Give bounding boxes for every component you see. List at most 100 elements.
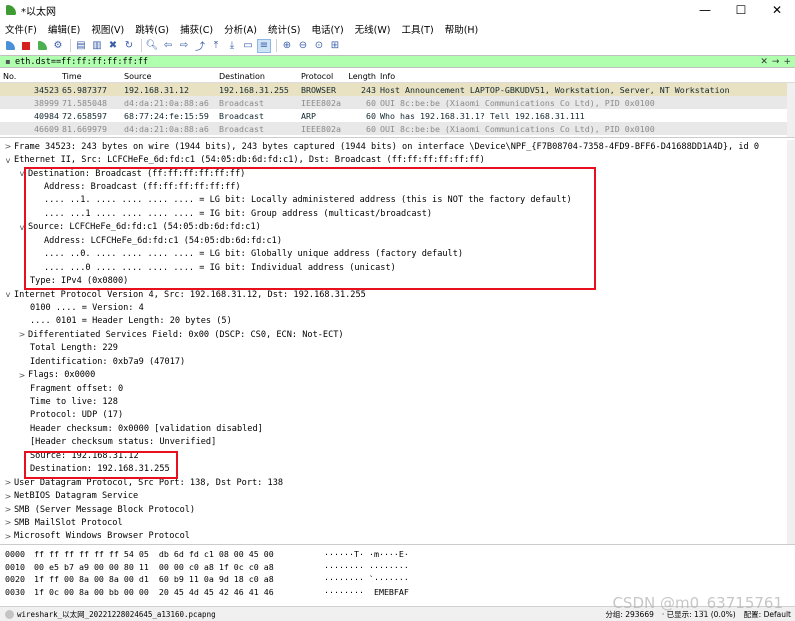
apply-filter-button[interactable]: →: [772, 57, 780, 67]
menu-help[interactable]: 帮助(H): [440, 22, 485, 36]
expand-arrow-icon[interactable]: >: [2, 505, 14, 514]
close-button[interactable]: ✕: [759, 0, 795, 20]
packet-protocol: IEEE802a: [301, 123, 341, 134]
maximize-button[interactable]: ☐: [723, 0, 759, 20]
details-scrollbar[interactable]: [787, 140, 795, 544]
menu-wireless[interactable]: 无线(W): [350, 22, 397, 36]
menu-file[interactable]: 文件(F): [0, 22, 43, 36]
toolbar-divider: [70, 39, 71, 52]
save-file-icon[interactable]: ▥: [90, 39, 104, 53]
tree-node-smb[interactable]: > SMB (Server Message Block Protocol): [0, 503, 795, 516]
expand-arrow-icon[interactable]: >: [2, 532, 14, 541]
col-no-header[interactable]: No.: [0, 72, 62, 81]
resize-columns-icon[interactable]: ⊞: [328, 39, 342, 53]
col-destination-header[interactable]: Destination: [219, 72, 301, 81]
menu-view[interactable]: 视图(V): [86, 22, 130, 36]
packet-source: 192.168.31.12: [124, 84, 189, 95]
tree-field[interactable]: [Header checksum status: Unverified]: [0, 436, 795, 449]
first-packet-icon[interactable]: ⤒: [209, 39, 223, 53]
zoom-normal-icon[interactable]: ⊙: [312, 39, 326, 53]
go-back-icon[interactable]: ⇦: [161, 39, 175, 53]
packet-length: 60: [366, 123, 376, 134]
reload-icon[interactable]: ↻: [122, 39, 136, 53]
tree-label: NetBIOS Datagram Service: [14, 491, 139, 502]
menu-analyze[interactable]: 分析(A): [219, 22, 263, 36]
menu-telephony[interactable]: 电话(Y): [306, 22, 349, 36]
tree-field[interactable]: Protocol: UDP (17): [0, 409, 795, 422]
go-to-packet-icon[interactable]: ⤴: [193, 39, 207, 53]
tree-field[interactable]: Fragment offset: 0: [0, 382, 795, 395]
profile-selector[interactable]: 配置: Default: [744, 609, 791, 620]
expand-arrow-icon[interactable]: >: [16, 371, 28, 380]
displayed-count: · 已显示: 131 (0.0%): [661, 609, 736, 619]
open-file-icon[interactable]: ▤: [74, 39, 88, 53]
packet-list-scrollbar[interactable]: [787, 83, 795, 137]
expand-arrow-icon[interactable]: >: [2, 142, 14, 151]
capture-options-icon[interactable]: ⚙: [51, 39, 65, 53]
minimize-button[interactable]: —: [687, 0, 723, 20]
go-forward-icon[interactable]: ⇨: [177, 39, 191, 53]
col-protocol-header[interactable]: Protocol: [301, 72, 347, 81]
menu-capture[interactable]: 捕获(C): [175, 22, 219, 36]
expand-arrow-icon[interactable]: >: [2, 492, 14, 501]
col-info-header[interactable]: Info: [380, 72, 795, 81]
tree-node-browser[interactable]: > Microsoft Windows Browser Protocol: [0, 530, 795, 543]
tree-field[interactable]: .... 0101 = Header Length: 20 bytes (5): [0, 315, 795, 328]
hex-row[interactable]: 0030 1f 0c 00 8a 00 bb 00 00 20 45 4d 45…: [0, 586, 795, 599]
menu-go[interactable]: 跳转(G): [130, 22, 175, 36]
tree-field[interactable]: Header checksum: 0x0000 [validation disa…: [0, 422, 795, 435]
zoom-out-icon[interactable]: ⊖: [296, 39, 310, 53]
tree-label: SMB MailSlot Protocol: [14, 517, 123, 528]
col-source-header[interactable]: Source: [124, 72, 219, 81]
tree-node-nbdgm[interactable]: > NetBIOS Datagram Service: [0, 489, 795, 502]
tree-node-ethernet[interactable]: v Ethernet II, Src: LCFCHeFe_6d:fd:c1 (54…: [0, 153, 795, 166]
expand-arrow-icon[interactable]: >: [2, 478, 14, 487]
auto-scroll-icon[interactable]: ▭: [241, 39, 255, 53]
hex-offset: 0020: [5, 574, 25, 585]
menu-tools[interactable]: 工具(T): [396, 22, 439, 36]
annotation-box-ethernet: [24, 167, 596, 290]
last-packet-icon[interactable]: ⤓: [225, 39, 239, 53]
hex-row[interactable]: 0020 1f ff 00 8a 00 8a 00 d1 60 b9 11 0a…: [0, 573, 795, 586]
close-file-icon[interactable]: ✖: [106, 39, 120, 53]
packet-row[interactable]: 38999 71.585048 d4:da:21:0a:88:a6 Broadc…: [0, 96, 795, 109]
menu-edit[interactable]: 编辑(E): [43, 22, 86, 36]
tree-field[interactable]: 0100 .... = Version: 4: [0, 301, 795, 314]
menu-statistics[interactable]: 统计(S): [263, 22, 306, 36]
tree-label: Total Length: 229: [30, 343, 118, 354]
collapse-arrow-icon[interactable]: v: [2, 290, 14, 299]
display-filter-input[interactable]: [15, 56, 761, 67]
tree-node-flags[interactable]: > Flags: 0x0000: [0, 368, 795, 381]
start-capture-icon[interactable]: [3, 39, 17, 53]
collapse-arrow-icon[interactable]: v: [2, 156, 14, 165]
col-length-header[interactable]: Length: [347, 72, 380, 81]
packet-protocol: IEEE802a: [301, 97, 341, 108]
zoom-in-icon[interactable]: ⊕: [280, 39, 294, 53]
restart-capture-icon[interactable]: [35, 39, 49, 53]
packet-row[interactable]: 46609 81.669979 d4:da:21:0a:88:a6 Broadc…: [0, 122, 795, 135]
tree-node-mailslot[interactable]: > SMB MailSlot Protocol: [0, 516, 795, 529]
tree-node-frame[interactable]: > Frame 34523: 243 bytes on wire (1944 bi…: [0, 140, 795, 153]
packet-row[interactable]: 34523 65.987377 192.168.31.12 192.168.31…: [0, 83, 795, 96]
hex-row[interactable]: 0010 00 e5 b7 a9 00 00 80 11 00 00 c0 a8…: [0, 561, 795, 574]
packet-destination: 192.168.31.255: [219, 84, 289, 95]
tree-field[interactable]: Identification: 0xb7a9 (47017): [0, 355, 795, 368]
expand-arrow-icon[interactable]: >: [2, 518, 14, 527]
hex-row[interactable]: 0000 ff ff ff ff ff ff 54 05 db 6d fd c1…: [0, 548, 795, 561]
find-packet-icon[interactable]: 🔍︎: [145, 39, 159, 53]
colorize-icon[interactable]: ≡: [257, 38, 271, 53]
expand-arrow-icon[interactable]: >: [16, 330, 28, 339]
tree-label: Internet Protocol Version 4, Src: 192.16…: [14, 289, 366, 300]
add-filter-button[interactable]: +: [783, 57, 791, 67]
tree-node-dsfield[interactable]: > Differentiated Services Field: 0x00 (DS…: [0, 328, 795, 341]
clear-filter-icon[interactable]: ✕: [760, 57, 768, 67]
stop-capture-icon[interactable]: [19, 39, 33, 53]
tree-field[interactable]: Time to live: 128: [0, 395, 795, 408]
bookmark-icon[interactable]: ▪: [3, 57, 13, 67]
tree-field[interactable]: Total Length: 229: [0, 342, 795, 355]
title-bar: *以太网 — ☐ ✕: [0, 0, 795, 20]
tree-label: User Datagram Protocol, Src Port: 138, D…: [14, 477, 284, 488]
col-time-header[interactable]: Time: [62, 72, 124, 81]
packet-row[interactable]: 40984 72.658597 68:77:24:fe:15:59 Broadc…: [0, 109, 795, 122]
expert-info-icon[interactable]: [5, 609, 14, 619]
